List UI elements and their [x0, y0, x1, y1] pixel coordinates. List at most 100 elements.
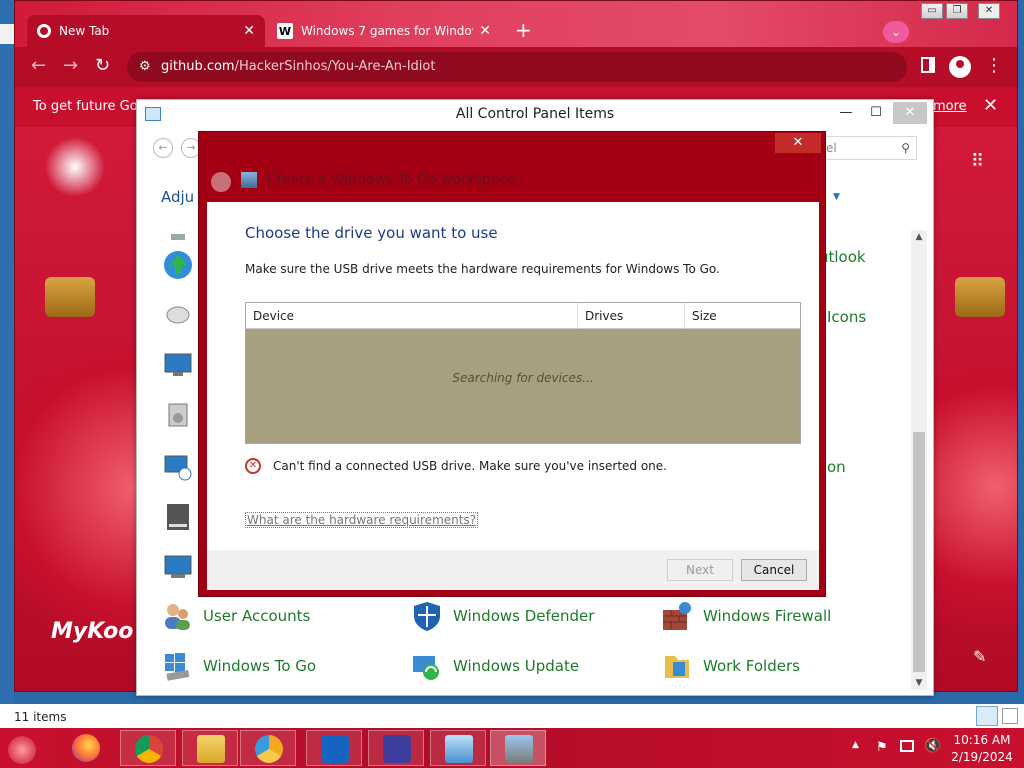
windows-to-go-wizard: ✕ Create a Windows To Go workspace Choos… — [198, 131, 826, 597]
close-button[interactable]: ✕ — [978, 3, 1000, 19]
learn-more-link[interactable]: more — [933, 99, 967, 114]
taskbar-settings[interactable] — [368, 730, 424, 766]
new-tab-button[interactable]: + — [515, 19, 532, 41]
programs-icon[interactable] — [163, 400, 193, 430]
network-icon[interactable] — [900, 740, 914, 752]
item-windows-to-go[interactable]: Windows To Go — [161, 648, 316, 684]
taskbar-file-explorer[interactable] — [182, 730, 238, 766]
address-bar[interactable]: ⚙ github.com/HackerSinhos/You-Are-An-Idi… — [127, 52, 907, 82]
column-header-device[interactable]: Device — [246, 303, 578, 329]
apps-grid-icon[interactable]: ⠿ — [971, 151, 984, 172]
clock-time[interactable]: 10:16 AM — [944, 733, 1020, 747]
url-host: github.com — [161, 59, 235, 74]
tab-close-icon[interactable]: ✕ — [479, 23, 491, 39]
scroll-down-icon[interactable]: ▼ — [911, 678, 927, 688]
scroll-up-icon[interactable]: ▲ — [911, 232, 927, 242]
info-bar-close-icon[interactable]: ✕ — [983, 95, 998, 116]
taskbar-control-panel[interactable] — [430, 730, 486, 766]
control-panel-icon — [445, 735, 473, 763]
view-by-dropdown-icon[interactable]: ▼ — [833, 192, 840, 202]
search-icon[interactable]: ⚲ — [901, 137, 910, 159]
taskbar-windows-to-go[interactable] — [490, 730, 546, 766]
action-center-flag-icon[interactable]: ⚑ — [876, 740, 888, 755]
item-windows-defender[interactable]: Windows Defender — [411, 598, 594, 634]
onedrive-icon — [321, 735, 349, 763]
device-list[interactable]: Device Drives Size Searching for devices… — [245, 302, 801, 444]
taskbar-chrome-canary[interactable] — [240, 730, 296, 766]
item-label: Windows Update — [453, 657, 580, 675]
details-view-icon[interactable] — [976, 706, 998, 726]
side-panel-icon[interactable] — [921, 57, 935, 73]
back-arrow-icon[interactable]: ← — [31, 55, 46, 77]
wizard-body: Choose the drive you want to use Make su… — [207, 202, 819, 550]
cancel-button[interactable]: Cancel — [741, 559, 807, 581]
minimize-button[interactable]: ▭ — [921, 3, 943, 19]
mouse-icon[interactable] — [163, 300, 193, 330]
item-user-accounts[interactable]: User Accounts — [161, 598, 310, 634]
w-site-icon: W — [277, 23, 293, 39]
taskbar-firefox[interactable] — [58, 730, 114, 766]
more-menu-icon[interactable]: ⋮ — [985, 55, 1003, 76]
maximize-button[interactable]: ☐ — [863, 102, 889, 124]
site-info-icon[interactable]: ⚙ — [139, 52, 151, 82]
file-explorer-icon — [197, 735, 225, 763]
hardware-requirements-link[interactable]: What are the hardware requirements? — [245, 512, 479, 528]
start-orb-icon[interactable] — [8, 736, 36, 764]
forward-arrow-icon[interactable]: → — [63, 55, 78, 77]
taskbar-onedrive[interactable] — [306, 730, 362, 766]
clock-date[interactable]: 2/19/2024 — [944, 750, 1020, 764]
item-label: Windows Firewall — [703, 607, 832, 625]
vertical-scrollbar[interactable]: ▲ ▼ — [911, 230, 927, 690]
server-icon[interactable] — [163, 502, 193, 532]
tab-windows-7-games[interactable]: W Windows 7 games for Windows ✕ — [267, 15, 501, 47]
minimize-button[interactable]: — — [833, 102, 859, 124]
item-label-partial[interactable]: Icons — [827, 308, 866, 326]
windows-to-go-icon — [165, 653, 190, 681]
customize-pen-icon[interactable]: ✎ — [973, 647, 986, 666]
windows-firewall-icon — [663, 602, 691, 630]
maximize-button[interactable]: ❐ — [946, 3, 968, 19]
item-label-partial[interactable]: on — [827, 458, 846, 476]
firefox-icon — [72, 734, 100, 762]
tab-new-tab[interactable]: New Tab ✕ — [27, 15, 265, 47]
taskbar-chrome[interactable] — [120, 730, 176, 766]
tab-close-icon[interactable]: ✕ — [243, 23, 255, 39]
browser-toolbar: ← → ↻ ⚙ github.com/HackerSinhos/You-Are-… — [15, 47, 1017, 87]
item-label: Windows To Go — [203, 657, 317, 675]
windows-to-go-icon — [505, 735, 533, 763]
reload-icon[interactable]: ↻ — [95, 55, 110, 77]
search-input[interactable]: el ⚲ — [817, 136, 917, 160]
volume-muted-icon[interactable]: 🔇 — [924, 738, 941, 754]
display-icon[interactable] — [163, 350, 193, 380]
show-hidden-icons-icon[interactable]: ▲ — [852, 740, 859, 750]
item-count: 11 items — [14, 710, 67, 724]
next-button[interactable]: Next — [667, 559, 733, 581]
column-header-size[interactable]: Size — [685, 303, 800, 329]
chrome-canary-icon — [255, 735, 283, 763]
work-folders-icon — [665, 656, 689, 678]
page-heading: Adju — [161, 188, 195, 206]
close-button[interactable]: ✕ — [775, 133, 821, 153]
back-circle-icon[interactable] — [211, 172, 231, 192]
column-header-drives[interactable]: Drives — [578, 303, 685, 329]
info-bar-text: To get future Goo — [33, 99, 146, 114]
ornament-decoration — [955, 277, 1005, 317]
table-body: Searching for devices... — [246, 329, 800, 443]
upload-arrow-icon[interactable] — [163, 250, 193, 280]
item-windows-firewall[interactable]: Windows Firewall — [661, 598, 831, 634]
item-work-folders[interactable]: Work Folders — [661, 648, 800, 684]
explorer-status-bar: 11 items — [0, 704, 1024, 728]
system-icon[interactable] — [163, 552, 193, 582]
large-icons-view-icon[interactable] — [1002, 708, 1018, 724]
back-arrow-icon[interactable]: ← — [153, 138, 173, 158]
ornament-decoration — [45, 277, 95, 317]
item-windows-update[interactable]: Windows Update — [411, 648, 579, 684]
close-button[interactable]: ✕ — [893, 102, 927, 124]
remote-app-icon[interactable] — [163, 452, 193, 482]
tab-title: Windows 7 games for Windows — [301, 24, 474, 38]
profile-avatar-icon[interactable] — [949, 56, 971, 78]
settings-icon — [383, 735, 411, 763]
scrollbar-thumb[interactable] — [913, 432, 925, 672]
wizard-heading: Choose the drive you want to use — [245, 224, 498, 242]
tab-search-chevron-icon[interactable]: ⌄ — [883, 21, 909, 43]
